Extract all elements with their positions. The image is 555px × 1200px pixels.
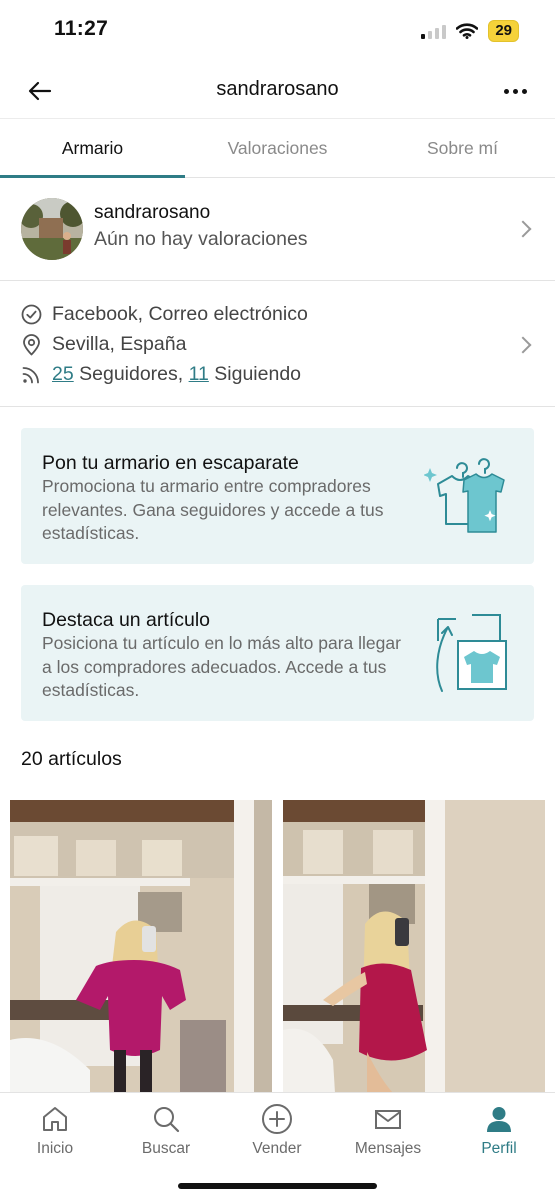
nav-label: Inicio bbox=[36, 1140, 74, 1157]
followers-row: 25 Seguidores, 11 Siguiendo bbox=[21, 363, 301, 386]
nav-label: Mensajes bbox=[354, 1140, 422, 1157]
promo-card-closet-spotlight[interactable]: Pon tu armario en escaparate Promociona … bbox=[21, 428, 534, 564]
chevron-right-icon bbox=[514, 220, 532, 238]
promo-description: Promociona tu armario entre compradores … bbox=[42, 476, 384, 543]
tab-valoraciones[interactable]: Valoraciones bbox=[185, 119, 370, 177]
followers-text: 25 Seguidores, 11 Siguiendo bbox=[52, 363, 301, 386]
nav-label: Perfil bbox=[481, 1140, 517, 1157]
followers-link[interactable]: 25 bbox=[52, 363, 74, 385]
promo-title: Destaca un artículo bbox=[42, 609, 211, 631]
search-icon bbox=[154, 1107, 180, 1133]
battery-indicator: 29 bbox=[488, 20, 519, 42]
nav-perfil[interactable]: Perfil bbox=[444, 1103, 554, 1158]
closet-spotlight-icon bbox=[424, 458, 505, 533]
promo-title: Pon tu armario en escaparate bbox=[42, 452, 299, 474]
nav-label: Vender bbox=[252, 1140, 302, 1157]
nav-inicio[interactable]: Inicio bbox=[0, 1103, 110, 1158]
rating-status: Aún no hay valoraciones bbox=[94, 228, 308, 250]
item-image bbox=[283, 800, 545, 1093]
tab-armario[interactable]: Armario bbox=[0, 119, 185, 178]
more-dot bbox=[521, 88, 527, 94]
chevron-right-icon bbox=[514, 336, 532, 354]
following-link[interactable]: 11 bbox=[189, 363, 209, 385]
profile-username: sandrarosano bbox=[94, 202, 211, 223]
status-time: 11:27 bbox=[54, 17, 109, 40]
home-indicator bbox=[178, 1183, 377, 1189]
promo-description: Posiciona tu artículo en lo más alto par… bbox=[42, 633, 401, 700]
verified-text: Facebook, Correo electrónico bbox=[52, 303, 308, 325]
nav-buscar[interactable]: Buscar bbox=[111, 1103, 221, 1158]
profile-summary-row[interactable]: sandrarosano Aún no hay valoraciones bbox=[0, 179, 555, 281]
location-text: Sevilla, España bbox=[52, 333, 187, 355]
items-count: 20 artículos bbox=[21, 748, 122, 770]
item-bump-icon bbox=[436, 614, 507, 692]
check-circle-icon bbox=[21, 304, 42, 325]
nav-label: Buscar bbox=[141, 1140, 191, 1157]
nav-mensajes[interactable]: Mensajes bbox=[333, 1103, 443, 1158]
location: Sevilla, España bbox=[21, 333, 186, 356]
cellular-signal-icon bbox=[421, 24, 447, 39]
more-dot bbox=[512, 88, 518, 94]
followers-label: Seguidores, bbox=[73, 363, 189, 385]
verified-accounts: Facebook, Correo electrónico bbox=[21, 303, 308, 326]
home-icon bbox=[43, 1107, 67, 1131]
page-title: sandrarosano bbox=[216, 78, 339, 100]
item-photo-2[interactable] bbox=[283, 800, 545, 1093]
more-dots-icon bbox=[503, 88, 509, 94]
wifi-icon bbox=[456, 23, 479, 39]
mail-icon bbox=[375, 1110, 401, 1129]
profile-icon bbox=[487, 1107, 511, 1132]
item-image bbox=[10, 800, 272, 1093]
rss-feed-icon bbox=[22, 367, 39, 384]
status-icons: 29 bbox=[421, 20, 519, 42]
location-pin-icon bbox=[23, 333, 40, 355]
nav-vender[interactable]: Vender bbox=[222, 1103, 332, 1158]
promo-card-bump-item[interactable]: Destaca un artículo Posiciona tu artícul… bbox=[21, 585, 534, 721]
status-bar: 11:27 29 bbox=[0, 0, 555, 64]
following-label: Siguiendo bbox=[208, 363, 302, 385]
profile-info[interactable]: Facebook, Correo electrónico Sevilla, Es… bbox=[0, 282, 555, 407]
avatar-photo bbox=[21, 198, 83, 260]
plus-circle-icon bbox=[262, 1104, 292, 1134]
avatar bbox=[21, 198, 83, 260]
top-navigation: sandrarosano bbox=[0, 64, 555, 118]
item-photo-1[interactable] bbox=[10, 800, 272, 1093]
tab-sobre-mi[interactable]: Sobre mí bbox=[370, 119, 555, 177]
more-options-button[interactable] bbox=[497, 74, 533, 108]
profile-tabs: Armario Valoraciones Sobre mí bbox=[0, 118, 555, 178]
